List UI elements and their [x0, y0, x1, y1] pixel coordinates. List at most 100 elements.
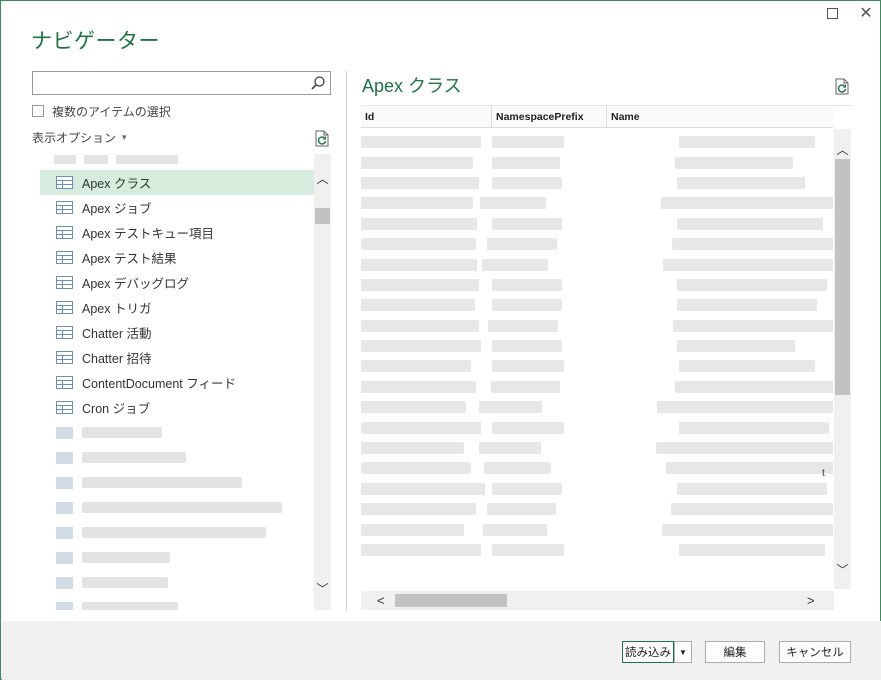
table-row[interactable] — [361, 540, 833, 560]
tree-item[interactable]: Apex クラス — [40, 170, 314, 195]
redacted-cell — [679, 136, 815, 149]
table-row[interactable] — [361, 193, 833, 213]
search-input[interactable] — [32, 71, 331, 95]
chevron-down-icon: ▾ — [122, 132, 127, 142]
table-row[interactable] — [361, 438, 833, 458]
scroll-left-arrow[interactable]: < — [377, 593, 385, 608]
tree-item[interactable]: Apex テストキュー項目 — [40, 220, 314, 245]
tree-item[interactable]: Apex テスト結果 — [40, 245, 314, 270]
redacted-cell — [480, 197, 546, 210]
redacted-cell — [361, 462, 471, 475]
table-row[interactable] — [361, 234, 833, 254]
redacted-cell — [679, 544, 825, 556]
column-header-name[interactable]: Name — [607, 106, 833, 128]
table-row[interactable] — [361, 295, 833, 315]
refresh-icon[interactable] — [314, 130, 330, 147]
multi-select-option[interactable]: 複数のアイテムの選択 — [32, 103, 171, 119]
table-row[interactable] — [361, 479, 833, 499]
redacted-cell — [361, 278, 479, 291]
redacted-cell — [677, 278, 827, 291]
table-row[interactable] — [361, 254, 833, 274]
redacted-cell — [675, 156, 793, 169]
tree-item[interactable]: Apex トリガ — [40, 295, 314, 320]
table-row[interactable] — [361, 377, 833, 397]
redacted-cell — [361, 360, 471, 373]
edit-button[interactable]: 編集 — [705, 641, 765, 663]
table-icon — [56, 276, 73, 289]
refresh-icon[interactable] — [834, 78, 850, 95]
scroll-down-arrow[interactable]: ﹀ — [834, 561, 851, 578]
redacted-cell — [361, 523, 464, 536]
list-item[interactable] — [40, 570, 314, 595]
load-dropdown-button[interactable]: ▼ — [674, 641, 692, 663]
redacted-cell — [492, 299, 562, 312]
table-row[interactable] — [361, 132, 833, 152]
scroll-thumb[interactable] — [395, 594, 507, 607]
scroll-down-arrow[interactable]: ﹀ — [314, 580, 331, 597]
tree-scrollbar[interactable]: ︿ ﹀ — [314, 154, 331, 610]
maximize-button[interactable] — [826, 7, 840, 21]
column-header-namespaceprefix[interactable]: NamespacePrefix — [492, 106, 607, 128]
tree-item[interactable]: Chatter 招待 — [40, 345, 314, 370]
redacted-cell — [361, 482, 485, 495]
list-item[interactable] — [40, 445, 314, 470]
scroll-thumb[interactable] — [315, 208, 330, 224]
table-icon — [56, 176, 73, 189]
list-item[interactable] — [40, 495, 314, 520]
table-icon — [56, 251, 73, 264]
table-row[interactable] — [361, 356, 833, 376]
grid-horizontal-scrollbar[interactable]: < > — [361, 591, 834, 610]
redacted-cell — [677, 217, 823, 230]
table-row[interactable] — [361, 173, 833, 193]
table-row[interactable] — [361, 499, 833, 519]
scroll-up-arrow[interactable]: ︿ — [834, 141, 851, 158]
list-item[interactable] — [40, 545, 314, 570]
scroll-thumb[interactable] — [835, 159, 850, 395]
display-options-button[interactable]: 表示オプション ▾ — [32, 129, 127, 146]
list-item[interactable] — [40, 470, 314, 495]
pane-divider[interactable] — [346, 71, 347, 611]
table-row[interactable] — [361, 458, 833, 478]
tree-item-label: Apex テスト結果 — [82, 252, 177, 266]
table-row[interactable] — [361, 316, 833, 336]
grid-vertical-scrollbar[interactable]: ︿ ﹀ — [834, 129, 851, 589]
load-button[interactable]: 読み込み — [622, 641, 674, 663]
table-row[interactable] — [361, 275, 833, 295]
table-row[interactable] — [361, 519, 833, 539]
tree-item[interactable]: Chatter 活動 — [40, 320, 314, 345]
redacted-cell — [486, 503, 556, 516]
multi-select-checkbox[interactable] — [32, 105, 44, 117]
table-row[interactable] — [361, 214, 833, 234]
grid-header: Id NamespacePrefix Name — [361, 106, 833, 128]
redacted-cell — [677, 340, 795, 353]
dialog-title: ナビゲーター — [31, 30, 160, 53]
tree-item[interactable]: ContentDocument フィード — [40, 370, 314, 395]
multi-select-label: 複数のアイテムの選択 — [52, 104, 171, 119]
tree-item[interactable]: Apex デバッグログ — [40, 270, 314, 295]
redacted-cell — [361, 197, 474, 210]
cancel-button[interactable]: キャンセル — [779, 641, 851, 663]
column-header-id[interactable]: Id — [361, 106, 492, 128]
redacted-cell — [361, 503, 476, 516]
redacted-cell — [487, 319, 558, 332]
table-row[interactable] — [361, 336, 833, 356]
table-row[interactable] — [361, 417, 833, 437]
search-icon[interactable] — [310, 75, 326, 91]
table-icon — [56, 376, 73, 389]
close-button[interactable]: ✕ — [859, 6, 873, 22]
redacted-cell — [361, 136, 481, 149]
table-icon — [56, 201, 73, 214]
tree-item[interactable]: Cron ジョブ — [40, 395, 314, 420]
redacted-cell — [482, 523, 548, 536]
tree-item[interactable]: Apex ジョブ — [40, 195, 314, 220]
redacted-cell — [677, 299, 817, 312]
redacted-cell — [361, 258, 477, 271]
scroll-up-arrow[interactable]: ︿ — [314, 170, 331, 187]
list-item[interactable] — [40, 420, 314, 445]
list-item[interactable] — [40, 520, 314, 545]
redacted-cell — [492, 482, 562, 495]
scroll-right-arrow[interactable]: > — [807, 593, 815, 608]
table-row[interactable] — [361, 152, 833, 172]
list-item[interactable] — [40, 595, 314, 610]
table-row[interactable] — [361, 397, 833, 417]
